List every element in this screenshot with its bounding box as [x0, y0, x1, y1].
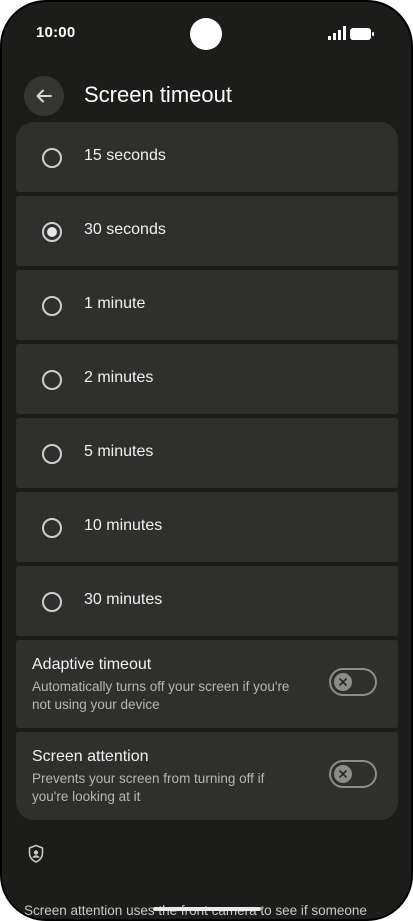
timeout-options-list: 15 seconds 30 seconds 1 minute 2 minutes…	[16, 122, 398, 824]
screen: 10:00 Screen timeout 15 seconds 30 secon…	[2, 2, 411, 919]
timeout-option-30-minutes[interactable]: 30 minutes	[16, 566, 398, 636]
status-time: 10:00	[36, 24, 76, 41]
page-title: Screen timeout	[84, 82, 232, 107]
radio-button[interactable]	[42, 296, 62, 316]
adaptive-timeout-setting[interactable]: Adaptive timeout Automatically turns off…	[16, 640, 398, 728]
toggle-knob	[334, 673, 352, 691]
radio-button[interactable]	[42, 444, 62, 464]
adaptive-timeout-toggle[interactable]	[329, 668, 377, 696]
close-icon	[339, 770, 347, 778]
close-icon	[339, 678, 347, 686]
setting-summary: Automatically turns off your screen if y…	[32, 679, 290, 712]
app-bar: Screen timeout	[2, 74, 411, 118]
option-label: 2 minutes	[84, 369, 154, 386]
timeout-option-2-minutes[interactable]: 2 minutes	[16, 344, 398, 414]
timeout-option-15-seconds[interactable]: 15 seconds	[16, 122, 398, 192]
timeout-option-30-seconds[interactable]: 30 seconds	[16, 196, 398, 266]
back-button[interactable]	[24, 76, 64, 116]
option-label: 30 seconds	[84, 221, 166, 238]
status-bar: 10:00	[2, 2, 411, 66]
timeout-option-10-minutes[interactable]: 10 minutes	[16, 492, 398, 562]
setting-title: Adaptive timeout	[32, 656, 152, 673]
radio-button[interactable]	[42, 148, 62, 168]
battery-icon	[350, 28, 374, 40]
screen-attention-toggle[interactable]	[329, 760, 377, 788]
arrow-back-icon	[36, 89, 52, 103]
option-label: 1 minute	[84, 295, 146, 312]
setting-title: Screen attention	[32, 748, 149, 765]
signal-icon	[328, 26, 346, 40]
toggle-knob	[334, 765, 352, 783]
front-camera-cutout	[190, 18, 222, 50]
radio-button[interactable]	[42, 370, 62, 390]
radio-button[interactable]	[42, 592, 62, 612]
timeout-option-1-minute[interactable]: 1 minute	[16, 270, 398, 340]
option-label: 10 minutes	[84, 517, 163, 534]
radio-button-selected[interactable]	[42, 222, 62, 242]
phone-frame: 10:00 Screen timeout 15 seconds 30 secon…	[0, 0, 413, 921]
privacy-shield-icon	[28, 844, 44, 863]
option-label: 5 minutes	[84, 443, 154, 460]
option-label: 15 seconds	[84, 147, 166, 164]
option-label: 30 minutes	[84, 591, 163, 608]
radio-button[interactable]	[42, 518, 62, 538]
screen-attention-setting[interactable]: Screen attention Prevents your screen fr…	[16, 732, 398, 820]
gesture-nav-handle[interactable]	[153, 907, 261, 911]
radio-dot	[47, 227, 57, 237]
timeout-option-5-minutes[interactable]: 5 minutes	[16, 418, 398, 488]
setting-summary: Prevents your screen from turning off if…	[32, 771, 265, 804]
